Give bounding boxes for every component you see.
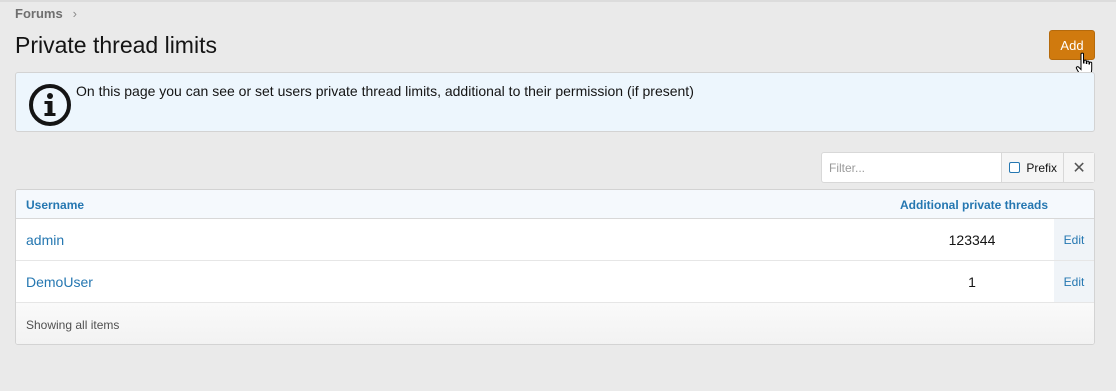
breadcrumb-forums-link[interactable]: Forums [15,6,63,21]
page-title: Private thread limits [15,32,217,58]
info-icon [29,84,71,126]
prefix-label: Prefix [1026,160,1058,175]
edit-button[interactable]: Edit [1054,261,1094,302]
edit-button[interactable]: Edit [1054,219,1094,260]
column-additional-threads[interactable]: Additional private threads [900,198,1048,212]
table-row: admin 123344 Edit [16,219,1094,261]
column-username[interactable]: Username [26,198,84,212]
filter-input[interactable] [822,153,1002,182]
username-link[interactable]: admin [26,232,64,248]
prefix-toggle[interactable]: Prefix [1001,153,1064,182]
additional-threads-value: 1 [968,274,976,290]
username-link[interactable]: DemoUser [26,274,93,290]
chevron-right-icon: › [72,6,78,21]
filter-bar: Prefix ✕ [821,152,1095,183]
breadcrumb: Forums › [15,6,77,21]
info-message: On this page you can see or set users pr… [15,72,1095,132]
table-row: DemoUser 1 Edit [16,261,1094,303]
prefix-checkbox[interactable] [1009,162,1021,173]
top-border [0,0,1116,2]
table-header: Username Additional private threads [16,190,1094,219]
additional-threads-value: 123344 [948,232,996,248]
showing-items-text: Showing all items [26,318,120,332]
limits-table: Username Additional private threads admi… [15,189,1095,345]
table-footer: Showing all items [16,303,1094,344]
close-icon[interactable]: ✕ [1063,153,1095,182]
info-text: On this page you can see or set users pr… [76,83,694,99]
